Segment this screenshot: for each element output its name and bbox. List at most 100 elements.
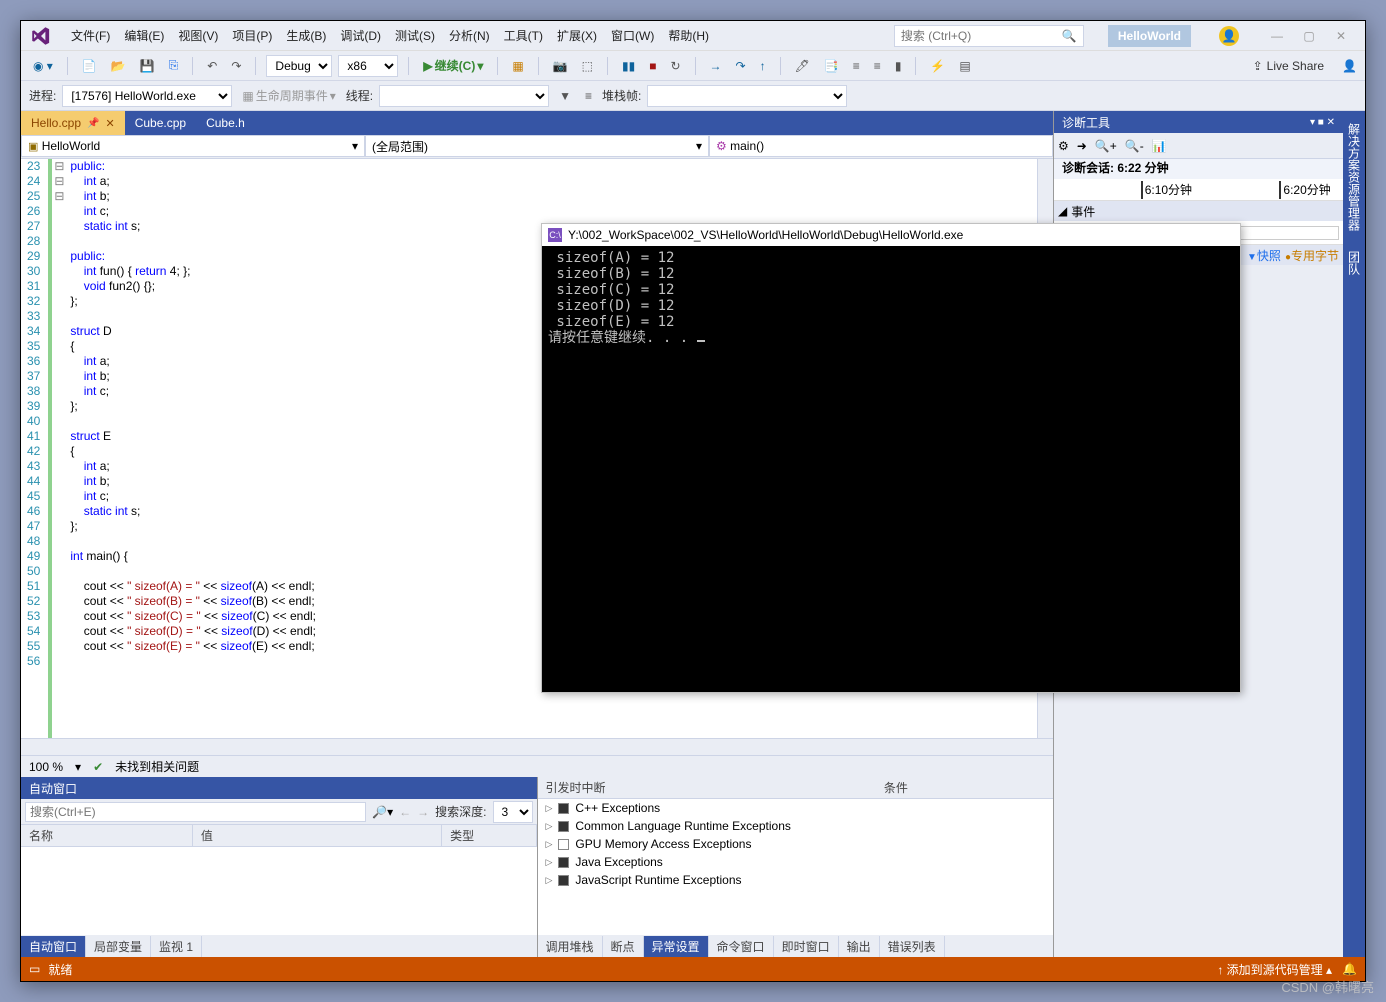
- source-control-button[interactable]: ↑ 添加到源代码管理 ▴: [1217, 961, 1332, 978]
- stackframe-select[interactable]: [647, 85, 847, 107]
- chart-icon[interactable]: 📊: [1152, 139, 1167, 153]
- panel-tab[interactable]: 异常设置: [644, 936, 709, 957]
- panel-tab[interactable]: 局部变量: [86, 936, 151, 957]
- project-scope-select[interactable]: ▣ HelloWorld▾: [21, 135, 365, 157]
- close-icon[interactable]: ✕: [105, 117, 114, 130]
- diag-timeline[interactable]: 6:10分钟 6:20分钟: [1054, 179, 1343, 201]
- menu-item[interactable]: 调试(D): [334, 23, 387, 48]
- step-over-button[interactable]: ↷: [732, 57, 750, 75]
- tab-cube-h[interactable]: Cube.h: [196, 111, 255, 135]
- gear-icon[interactable]: ⚙: [1058, 139, 1069, 153]
- redo-button[interactable]: ↷: [227, 57, 245, 75]
- continue-button[interactable]: ▶ 继续(C) ▾: [419, 55, 487, 76]
- tab-cube-cpp[interactable]: Cube.cpp: [125, 111, 196, 135]
- solution-explorer-tab[interactable]: 解决方案资源管理器: [1342, 119, 1366, 235]
- step-into-button[interactable]: →: [706, 57, 726, 75]
- nav-back-icon[interactable]: ←: [399, 805, 411, 819]
- zoom-in-icon[interactable]: 🔍+: [1095, 139, 1117, 153]
- console-title-bar[interactable]: C:\ Y:\002_WorkSpace\002_VS\HelloWorld\H…: [542, 224, 1240, 246]
- toolbar-icon[interactable]: 🖊: [791, 57, 814, 75]
- notifications-icon[interactable]: 🔔: [1342, 962, 1357, 976]
- open-button[interactable]: 📂: [107, 57, 130, 75]
- toolbar-icon[interactable]: ≡: [870, 57, 885, 75]
- exception-row[interactable]: ▷GPU Memory Access Exceptions: [538, 835, 1054, 853]
- panel-tab[interactable]: 调用堆栈: [538, 936, 603, 957]
- panel-tab[interactable]: 命令窗口: [709, 936, 774, 957]
- save-button[interactable]: 💾: [136, 57, 159, 75]
- col-value[interactable]: 值: [193, 825, 442, 846]
- pin-icon[interactable]: 📌: [87, 118, 99, 129]
- class-scope-select[interactable]: (全局范围)▾: [365, 135, 709, 157]
- thread-select[interactable]: [379, 85, 549, 107]
- menu-item[interactable]: 测试(S): [389, 23, 441, 48]
- menu-item[interactable]: 扩展(X): [551, 23, 603, 48]
- step-out-button[interactable]: ↑: [756, 57, 770, 75]
- menu-item[interactable]: 窗口(W): [605, 23, 660, 48]
- scrollbar-horizontal[interactable]: [21, 738, 1053, 755]
- stop-button[interactable]: ■: [645, 57, 660, 75]
- exception-row[interactable]: ▷Common Language Runtime Exceptions: [538, 817, 1054, 835]
- maximize-button[interactable]: ▢: [1293, 25, 1325, 47]
- col-type[interactable]: 类型: [442, 825, 536, 846]
- menu-item[interactable]: 项目(P): [226, 23, 278, 48]
- col-name[interactable]: 名称: [21, 825, 193, 846]
- new-file-button[interactable]: 📄: [78, 57, 101, 75]
- restart-button[interactable]: ↻: [666, 57, 684, 75]
- undo-button[interactable]: ↶: [203, 57, 221, 75]
- search-box[interactable]: 🔍: [894, 25, 1084, 47]
- toolbar-icon[interactable]: ⚡: [926, 57, 949, 75]
- toolbar-icon[interactable]: 📑: [820, 57, 843, 75]
- collapsed-sidebar[interactable]: 解决方案资源管理器 团队: [1343, 111, 1365, 957]
- tab-hello-cpp[interactable]: Hello.cpp📌✕: [21, 111, 125, 135]
- live-share-button[interactable]: Live Share: [1267, 59, 1324, 73]
- menu-item[interactable]: 文件(F): [65, 23, 116, 48]
- panel-tab[interactable]: 即时窗口: [774, 936, 839, 957]
- panel-tab[interactable]: 监视 1: [151, 936, 202, 957]
- save-all-button[interactable]: ⎘: [165, 56, 183, 75]
- depth-select[interactable]: 3: [493, 801, 533, 823]
- nav-fwd-icon[interactable]: →: [417, 805, 429, 819]
- exception-row[interactable]: ▷C++ Exceptions: [538, 799, 1054, 817]
- toolbar-icon[interactable]: ≡: [581, 87, 596, 105]
- zoom-out-icon[interactable]: 🔍-: [1125, 139, 1144, 153]
- minimize-button[interactable]: —: [1261, 25, 1293, 47]
- col-condition[interactable]: 条件: [876, 777, 1053, 798]
- member-scope-select[interactable]: ⚙ main(): [709, 135, 1053, 157]
- toolbar-icon[interactable]: ▤: [955, 57, 974, 75]
- toolbar-icon[interactable]: ⬚: [578, 57, 597, 75]
- menu-item[interactable]: 帮助(H): [662, 23, 715, 48]
- exception-row[interactable]: ▷JavaScript Runtime Exceptions: [538, 871, 1054, 889]
- console-window[interactable]: C:\ Y:\002_WorkSpace\002_VS\HelloWorld\H…: [541, 223, 1241, 693]
- arrow-icon[interactable]: ➜: [1077, 139, 1087, 153]
- panel-tab[interactable]: 错误列表: [880, 936, 945, 957]
- configuration-select[interactable]: Debug: [266, 55, 332, 77]
- toolbar-icon[interactable]: ▮: [891, 57, 906, 75]
- toolbar-icon[interactable]: ≡: [849, 57, 864, 75]
- process-select[interactable]: [17576] HelloWorld.exe: [62, 85, 232, 107]
- panel-tab[interactable]: 断点: [603, 936, 644, 957]
- lifecycle-events-button[interactable]: ▦ 生命周期事件 ▾: [238, 85, 339, 106]
- zoom-level[interactable]: 100 %: [29, 760, 63, 774]
- col-break[interactable]: 引发时中断: [538, 777, 876, 798]
- search-icon[interactable]: 🔎▾: [372, 805, 393, 819]
- autos-search-input[interactable]: [25, 802, 366, 822]
- toolbar-icon[interactable]: 📷: [549, 57, 572, 75]
- panel-tab[interactable]: 输出: [839, 936, 880, 957]
- panel-tab[interactable]: 自动窗口: [21, 936, 86, 957]
- menu-item[interactable]: 分析(N): [443, 23, 496, 48]
- menu-item[interactable]: 编辑(E): [118, 23, 170, 48]
- menu-item[interactable]: 视图(V): [172, 23, 224, 48]
- menu-item[interactable]: 工具(T): [498, 23, 549, 48]
- search-input[interactable]: [901, 29, 1062, 43]
- user-avatar-icon[interactable]: 👤: [1219, 26, 1239, 46]
- platform-select[interactable]: x86: [338, 55, 398, 77]
- nav-back-button[interactable]: ◉ ▾: [29, 57, 57, 75]
- close-button[interactable]: ✕: [1325, 25, 1357, 47]
- toolbar-icon[interactable]: ▼: [555, 87, 575, 105]
- team-tab[interactable]: 团队: [1342, 247, 1366, 279]
- toolbar-icon[interactable]: ▦: [508, 57, 527, 75]
- exception-row[interactable]: ▷Java Exceptions: [538, 853, 1054, 871]
- pause-button[interactable]: ▮▮: [618, 57, 639, 75]
- feedback-icon[interactable]: 👤: [1342, 59, 1357, 73]
- menu-item[interactable]: 生成(B): [280, 23, 332, 48]
